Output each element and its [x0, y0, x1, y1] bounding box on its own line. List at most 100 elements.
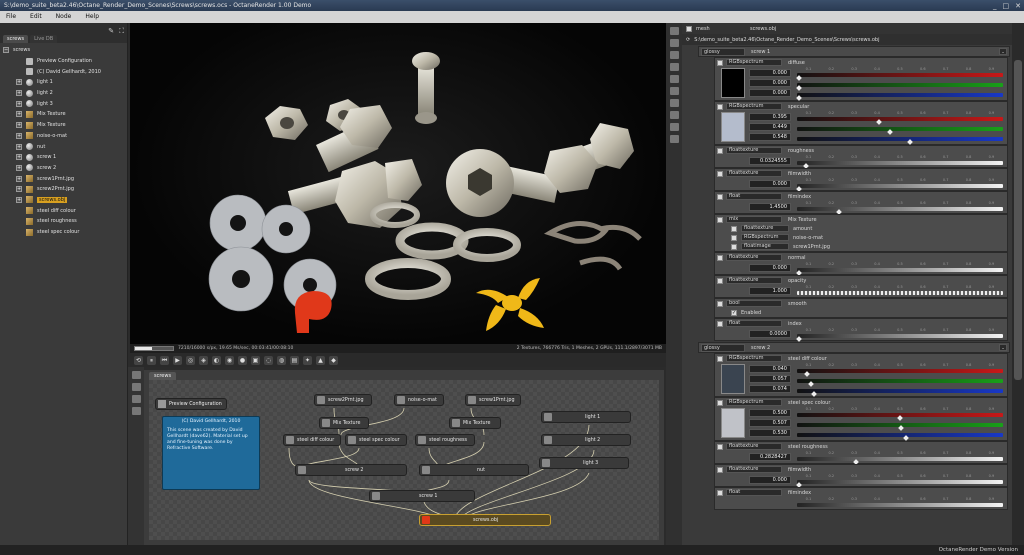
color-icon[interactable]	[717, 59, 723, 66]
attribute-type-select[interactable]: floattexture	[726, 254, 782, 261]
menu-edit[interactable]: Edit	[30, 11, 42, 23]
attribute-type-select[interactable]: RGBspectrum	[726, 399, 782, 406]
wrench-icon[interactable]: ✎	[108, 27, 114, 36]
sub-type-select[interactable]: floatimage	[741, 243, 789, 250]
material-group-1[interactable]: glossy screw 1 ⌄	[698, 46, 1010, 57]
value-field[interactable]: 0.449	[749, 123, 791, 131]
value-field[interactable]: 0.000	[749, 180, 791, 188]
color-swatch[interactable]	[721, 112, 745, 142]
reload-icon[interactable]: ⟳	[686, 37, 690, 43]
tree-item[interactable]: + noise-o-mat	[0, 131, 127, 142]
attribute-type-select[interactable]: RGBspectrum	[726, 103, 782, 110]
texture-icon[interactable]	[731, 243, 737, 250]
play-icon[interactable]: ▶	[173, 355, 182, 365]
collapse-icon[interactable]: −	[3, 47, 9, 54]
value-field[interactable]: 1.000	[749, 287, 791, 295]
value-field[interactable]: 0.040	[749, 365, 791, 373]
slider-knob[interactable]	[807, 381, 814, 387]
color-swatch[interactable]	[721, 68, 745, 98]
preview-config-node[interactable]: Preview Configuration	[155, 398, 227, 410]
value-field[interactable]: 0.507	[749, 419, 791, 427]
float-icon[interactable]	[717, 320, 723, 327]
subsample-icon[interactable]: ◆	[329, 355, 338, 365]
attribute-type-select[interactable]: floattexture	[726, 277, 782, 284]
node-screw2prnt[interactable]: screw2Prnt.jpg	[314, 394, 372, 406]
object-pick-icon[interactable]: ●	[238, 355, 247, 365]
value-slider[interactable]	[797, 457, 1003, 461]
node-name-field[interactable]: screws.obj	[750, 26, 776, 32]
grid-icon[interactable]	[669, 123, 679, 131]
lock-icon[interactable]: ◍	[277, 355, 286, 365]
expand-icon[interactable]: +	[16, 175, 22, 182]
value-slider[interactable]	[797, 161, 1003, 165]
node-steel-rough[interactable]: steel roughness	[415, 434, 475, 446]
node-screw1[interactable]: screw 1	[369, 490, 475, 502]
attribute-type-select[interactable]: RGBspectrum	[726, 59, 782, 66]
expand-icon[interactable]: +	[16, 132, 22, 139]
texture-icon[interactable]	[717, 170, 723, 177]
attribute-type-select[interactable]: floattexture	[726, 147, 782, 154]
image-tool-icon[interactable]	[131, 407, 141, 415]
slider-knob[interactable]	[906, 139, 913, 145]
value-field[interactable]: 0.0000	[749, 330, 791, 338]
color-icon[interactable]	[717, 103, 723, 110]
mesh-path[interactable]: S:\demo_suite_beta2.46\Octane_Render_Dem…	[694, 37, 879, 43]
sub-type-select[interactable]: RGBspectrum	[741, 234, 789, 241]
attribute-type-select[interactable]: bool	[726, 300, 782, 307]
value-field[interactable]: 0.395	[749, 113, 791, 121]
value-field[interactable]: 0.000	[749, 79, 791, 87]
white-balance-icon[interactable]: ◐	[212, 355, 221, 365]
value-field[interactable]: 0.0324555	[749, 157, 791, 165]
node-steel-diff[interactable]: steel diff colour	[283, 434, 341, 446]
tree-item[interactable]: steel diff colour	[0, 205, 127, 216]
texture-icon[interactable]	[731, 225, 737, 232]
tree-item[interactable]: + nut	[0, 141, 127, 152]
material-icon[interactable]	[669, 99, 679, 107]
link-icon[interactable]	[669, 75, 679, 83]
node-steel-spec[interactable]: steel spec colour	[345, 434, 407, 446]
tree-item[interactable]: (C) David Gellhardt, 2010	[0, 66, 127, 77]
color-swatch[interactable]	[721, 408, 745, 438]
tree-item[interactable]: + light 3	[0, 98, 127, 109]
value-field[interactable]: 1.4500	[749, 203, 791, 211]
value-field[interactable]: 0.500	[749, 409, 791, 417]
expand-icon[interactable]: +	[16, 111, 22, 118]
texture-icon[interactable]	[717, 254, 723, 261]
node-screw2[interactable]: screw 2	[295, 464, 407, 476]
texture-icon[interactable]	[717, 147, 723, 154]
value-field[interactable]: 0.530	[749, 429, 791, 437]
graph-tab[interactable]: screws	[149, 372, 177, 380]
table-icon[interactable]	[669, 87, 679, 95]
expand-icon[interactable]: +	[16, 154, 22, 161]
pause-icon[interactable]: ⏸	[147, 355, 156, 365]
lock-icon[interactable]	[669, 27, 679, 35]
pick-focus-icon[interactable]: ◈	[199, 355, 208, 365]
pin-icon[interactable]	[686, 25, 692, 32]
save-render-icon[interactable]: ✦	[303, 355, 312, 365]
material-type-select[interactable]: glossy	[701, 343, 745, 352]
attribute-type-select[interactable]: float	[726, 489, 782, 496]
expand-icon[interactable]: +	[16, 143, 22, 150]
value-field[interactable]: 0.548	[749, 133, 791, 141]
node-mix2[interactable]: Mix Texture	[449, 417, 501, 429]
expand-icon[interactable]: +	[16, 79, 22, 86]
mix-icon[interactable]	[717, 216, 723, 223]
node-tool-icon[interactable]	[131, 371, 141, 379]
value-slider[interactable]	[797, 291, 1003, 295]
copy-icon[interactable]	[669, 39, 679, 47]
slider-knob[interactable]	[875, 119, 882, 125]
frame-tool-icon[interactable]	[131, 395, 141, 403]
attribute-type-select[interactable]: RGBspectrum	[726, 355, 782, 362]
tree-item[interactable]: steel spec colour	[0, 227, 127, 238]
paste-icon[interactable]	[669, 51, 679, 59]
texture-icon[interactable]	[731, 234, 737, 241]
tree-item[interactable]: + light 1	[0, 77, 127, 88]
value-slider[interactable]	[797, 137, 1003, 141]
render-viewport[interactable]	[130, 23, 666, 344]
value-slider[interactable]	[797, 127, 1003, 131]
texture-icon[interactable]	[717, 466, 723, 473]
sub-type-select[interactable]: floattexture	[741, 225, 789, 232]
tree-item[interactable]: Preview Configuration	[0, 56, 127, 67]
attribute-type-select[interactable]: floattexture	[726, 466, 782, 473]
tab-screws[interactable]: screws	[3, 35, 29, 43]
